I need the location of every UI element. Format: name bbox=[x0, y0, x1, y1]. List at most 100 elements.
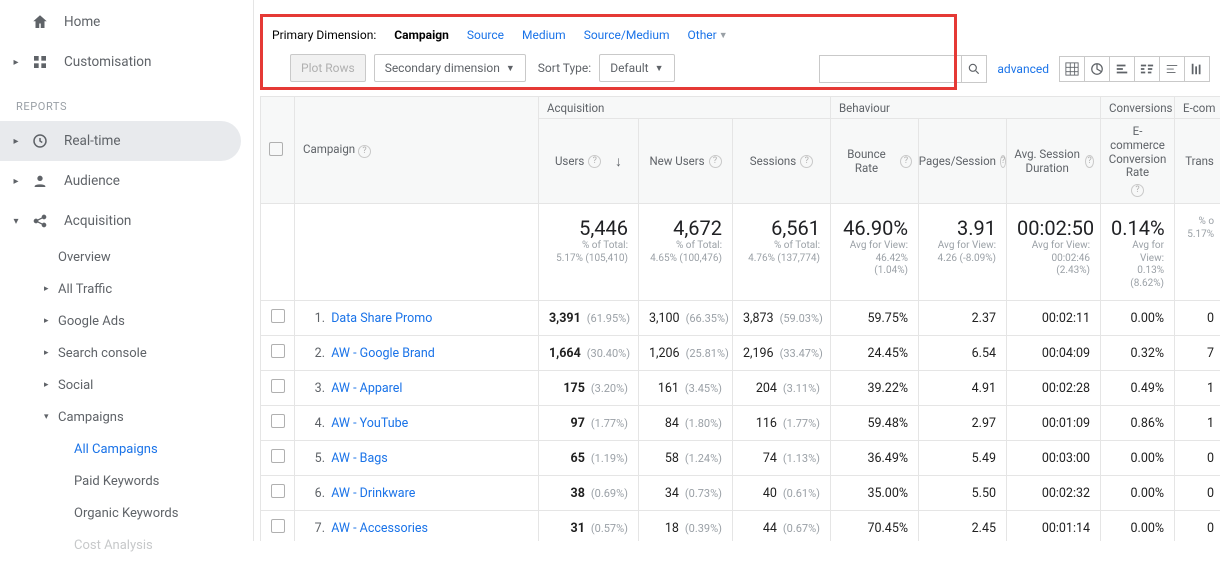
caret-right-icon: ▸ bbox=[44, 316, 56, 326]
secondary-dimension-button[interactable]: Secondary dimension▼ bbox=[374, 54, 526, 82]
select-all-header[interactable] bbox=[261, 97, 295, 204]
view-pie-icon[interactable] bbox=[1084, 56, 1110, 82]
nav-home[interactable]: Home bbox=[0, 2, 253, 42]
advanced-link[interactable]: advanced bbox=[997, 62, 1049, 76]
col-new-users[interactable]: New Users ? bbox=[639, 119, 733, 204]
caret-right-icon: ▸ bbox=[8, 57, 24, 68]
caret-right-icon: ▸ bbox=[44, 380, 56, 390]
row-checkbox[interactable] bbox=[261, 441, 295, 476]
dim-tab-campaign[interactable]: Campaign bbox=[394, 28, 449, 42]
sort-type-select[interactable]: Default▼ bbox=[599, 54, 674, 82]
table-row: 6. AW - Drinkware38(0.69%)34(0.73%)40(0.… bbox=[261, 476, 1220, 511]
nav-label: Real-time bbox=[64, 133, 121, 149]
table-row: 1. Data Share Promo3,391(61.95%)3,100(66… bbox=[261, 301, 1220, 336]
nav-label: Audience bbox=[64, 173, 120, 189]
help-icon[interactable]: ? bbox=[1085, 155, 1094, 168]
nav-paid-keywords[interactable]: Paid Keywords bbox=[0, 465, 253, 497]
nav-all-traffic[interactable]: ▸All Traffic bbox=[0, 273, 253, 305]
campaign-link[interactable]: AW - Apparel bbox=[331, 381, 402, 396]
row-checkbox[interactable] bbox=[261, 476, 295, 511]
view-comparison-icon[interactable] bbox=[1134, 56, 1160, 82]
share-icon bbox=[30, 211, 50, 231]
help-icon[interactable]: ? bbox=[1000, 155, 1006, 168]
campaign-link[interactable]: AW - Bags bbox=[331, 451, 388, 466]
dim-tab-other[interactable]: Other▼ bbox=[688, 28, 728, 42]
row-checkbox[interactable] bbox=[261, 511, 295, 541]
col-trans[interactable]: Trans bbox=[1175, 119, 1220, 204]
nav-organic-keywords[interactable]: Organic Keywords bbox=[0, 497, 253, 529]
nav-campaigns[interactable]: ▾Campaigns bbox=[0, 401, 253, 433]
caret-right-icon: ▸ bbox=[8, 136, 24, 147]
row-checkbox[interactable] bbox=[261, 406, 295, 441]
home-icon bbox=[30, 12, 50, 32]
col-bounce[interactable]: Bounce Rate ? bbox=[831, 119, 919, 204]
col-users[interactable]: Users ? ↓ bbox=[539, 119, 639, 204]
plot-rows-button: Plot Rows bbox=[290, 54, 366, 82]
dim-tab-source[interactable]: Source bbox=[467, 28, 504, 42]
nav-label: All Campaigns bbox=[58, 442, 158, 457]
caret-down-icon: ▾ bbox=[8, 216, 24, 227]
col-pps[interactable]: Pages/Session ? bbox=[919, 119, 1007, 204]
nav-label: Acquisition bbox=[64, 213, 131, 229]
nav-label: Google Ads bbox=[58, 314, 125, 329]
view-cloud-icon[interactable] bbox=[1159, 56, 1185, 82]
col-duration[interactable]: Avg. Session Duration ? bbox=[1007, 119, 1101, 204]
col-conv-rate[interactable]: E-commerce Conversion Rate? bbox=[1101, 119, 1175, 204]
nav-cost-analysis[interactable]: Cost Analysis bbox=[0, 529, 253, 561]
campaign-link[interactable]: AW - Drinkware bbox=[331, 486, 415, 501]
sidebar: Home ▸ Customisation REPORTS ▸ Real-time… bbox=[0, 0, 254, 541]
dim-tab-source-medium[interactable]: Source/Medium bbox=[584, 28, 670, 42]
colgroup-ecom: E-com bbox=[1175, 97, 1220, 119]
nav-google-ads[interactable]: ▸Google Ads bbox=[0, 305, 253, 337]
help-icon[interactable]: ? bbox=[358, 145, 371, 158]
nav-acquisition[interactable]: ▾ Acquisition bbox=[0, 201, 253, 241]
nav-label: Campaigns bbox=[58, 410, 124, 425]
help-icon[interactable]: ? bbox=[800, 155, 813, 168]
person-icon bbox=[30, 171, 50, 191]
help-icon[interactable]: ? bbox=[900, 155, 912, 168]
nav-label: Home bbox=[64, 14, 100, 30]
nav-label: Cost Analysis bbox=[58, 538, 153, 553]
view-mode-buttons bbox=[1059, 56, 1210, 82]
col-campaign[interactable]: Campaign ? bbox=[295, 97, 539, 204]
chevron-right-icon bbox=[8, 17, 24, 28]
view-bar-icon[interactable] bbox=[1109, 56, 1135, 82]
dim-tab-medium[interactable]: Medium bbox=[522, 28, 566, 42]
colgroup-behaviour: Behaviour bbox=[831, 97, 1101, 119]
chevron-down-icon: ▼ bbox=[506, 63, 515, 74]
row-checkbox[interactable] bbox=[261, 336, 295, 371]
campaign-cell: 4. AW - YouTube bbox=[295, 406, 539, 441]
help-icon[interactable]: ? bbox=[1131, 184, 1144, 197]
nav-label: Customisation bbox=[64, 54, 151, 70]
nav-realtime[interactable]: ▸ Real-time bbox=[0, 121, 241, 161]
col-sessions[interactable]: Sessions ? bbox=[733, 119, 831, 204]
sort-type-label: Sort Type: bbox=[538, 61, 591, 75]
nav-label: All Traffic bbox=[58, 282, 112, 297]
search-input[interactable] bbox=[819, 55, 961, 83]
search-button[interactable] bbox=[961, 55, 987, 83]
table-row: 2. AW - Google Brand1,664(30.40%)1,206(2… bbox=[261, 336, 1220, 371]
table-search bbox=[819, 55, 987, 83]
nav-customisation[interactable]: ▸ Customisation bbox=[0, 42, 253, 82]
nav-social[interactable]: ▸Social bbox=[0, 369, 253, 401]
campaign-link[interactable]: AW - Google Brand bbox=[331, 346, 435, 361]
campaign-link[interactable]: Data Share Promo bbox=[331, 311, 432, 326]
view-table-icon[interactable] bbox=[1059, 56, 1085, 82]
caret-right-icon: ▸ bbox=[44, 284, 56, 294]
nav-label: Paid Keywords bbox=[58, 474, 159, 489]
campaign-link[interactable]: AW - YouTube bbox=[331, 416, 408, 431]
nav-search-console[interactable]: ▸Search console bbox=[0, 337, 253, 369]
caret-right-icon: ▸ bbox=[44, 348, 56, 358]
view-pivot-icon[interactable] bbox=[1184, 56, 1210, 82]
nav-audience[interactable]: ▸ Audience bbox=[0, 161, 253, 201]
caret-down-icon: ▾ bbox=[44, 412, 56, 422]
help-icon[interactable]: ? bbox=[709, 155, 722, 168]
nav-all-campaigns[interactable]: All Campaigns bbox=[0, 433, 253, 465]
help-icon[interactable]: ? bbox=[588, 155, 601, 168]
clock-icon bbox=[30, 131, 50, 151]
campaign-link[interactable]: AW - Accessories bbox=[331, 521, 428, 536]
row-checkbox[interactable] bbox=[261, 371, 295, 406]
nav-overview[interactable]: Overview bbox=[0, 241, 253, 273]
row-checkbox[interactable] bbox=[261, 301, 295, 336]
primary-dimension-label: Primary Dimension: bbox=[272, 28, 376, 42]
